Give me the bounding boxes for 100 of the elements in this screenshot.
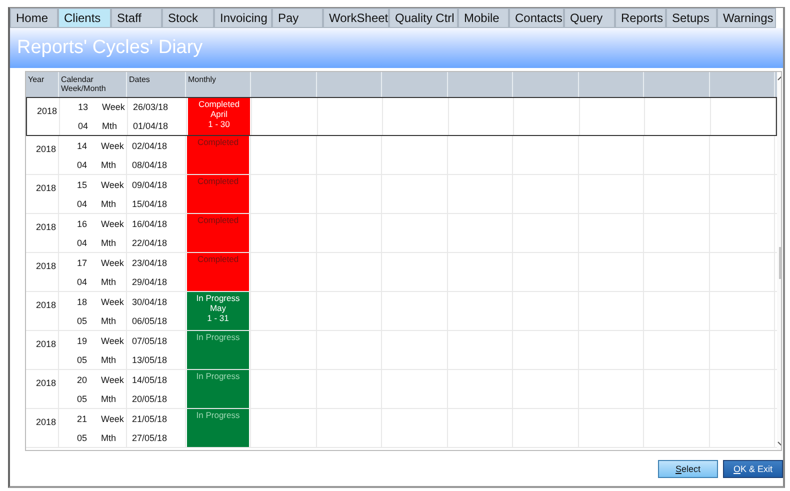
tab[interactable]: Clients (58, 8, 111, 28)
dialog-button[interactable]: Select (658, 460, 718, 478)
week-label: Week (101, 374, 124, 384)
year-cell: 2018 (36, 417, 56, 427)
start-date: 07/05/18 (132, 336, 168, 346)
week-number: 17 (77, 258, 87, 268)
start-date: 26/03/18 (133, 102, 170, 112)
week-label: Week (102, 102, 125, 112)
year-cell: 2018 (36, 378, 56, 388)
diary-row[interactable]: 2018 16 Week 04 Mth 16/04/18 22/04/18 Completed (26, 214, 777, 253)
column-header: Calendar Week/Month (59, 72, 127, 97)
tab[interactable]: Contacts (509, 8, 564, 28)
end-date: 06/05/18 (132, 316, 168, 326)
month-number: 04 (77, 238, 87, 248)
month-label: Mth (101, 160, 116, 170)
start-date: 02/04/18 (132, 140, 168, 150)
tab[interactable]: Invoicing (214, 8, 272, 28)
end-date: 13/05/18 (132, 354, 168, 364)
tab[interactable]: Pay (272, 8, 323, 28)
end-date: 01/04/18 (133, 120, 170, 131)
year-cell: 2018 (36, 222, 56, 232)
diary-row[interactable]: 2018 17 Week 04 Mth 23/04/18 29/04/18 Completed (26, 253, 777, 292)
tab[interactable]: WorkSheet (323, 8, 389, 28)
monthly-status: In Progress (187, 370, 249, 408)
week-number: 19 (77, 336, 87, 346)
month-number: 04 (78, 120, 88, 131)
week-label: Week (101, 336, 124, 346)
week-label: Week (101, 414, 124, 424)
start-date: 23/04/18 (132, 258, 168, 268)
week-number: 15 (77, 180, 87, 190)
week-number: 18 (77, 296, 87, 306)
monthly-status: In Progress (187, 409, 249, 447)
start-date: 21/05/18 (132, 414, 168, 424)
year-cell: 2018 (36, 144, 56, 154)
diary-row[interactable]: 2018 18 Week 05 Mth 30/04/18 06/05/18 In Progress May 1 - 31 (26, 292, 777, 331)
week-number: 14 (77, 140, 87, 150)
start-date: 16/04/18 (132, 218, 168, 228)
month-label: Mth (101, 394, 116, 404)
end-date: 22/04/18 (132, 238, 168, 248)
tab[interactable]: Reports (615, 8, 666, 28)
start-date: 14/05/18 (132, 374, 168, 384)
end-date: 08/04/18 (132, 160, 168, 170)
tab[interactable]: Setups (666, 8, 717, 28)
tab[interactable]: Mobile (458, 8, 509, 28)
month-label: Mth (101, 316, 116, 326)
tab[interactable]: Staff (111, 8, 162, 28)
week-label: Week (101, 140, 124, 150)
year-cell: 2018 (36, 300, 56, 310)
week-number: 16 (77, 218, 87, 228)
column-header: Monthly (186, 72, 251, 97)
column-header: Dates (127, 72, 186, 97)
tab[interactable]: Stock (162, 8, 214, 28)
week-number: 20 (77, 374, 87, 384)
month-label: Mth (101, 238, 116, 248)
end-date: 20/05/18 (132, 394, 168, 404)
monthly-status: Completed April 1 - 30 (188, 98, 250, 135)
diary-row[interactable]: 2018 19 Week 05 Mth 07/05/18 13/05/18 In Progress (26, 331, 777, 370)
dialog-button[interactable]: OK & Exit (723, 460, 783, 478)
week-label: Week (101, 258, 124, 268)
year-cell: 2018 (36, 106, 57, 116)
diary-row[interactable]: 2018 21 Week 05 Mth 21/05/18 27/05/18 In Progress (26, 409, 777, 448)
diary-row[interactable]: 2018 13 Week 04 Mth 26/03/18 01/04/18 Completed April 1 - 30 (26, 97, 777, 136)
diary-row[interactable]: 2018 14 Week 04 Mth 02/04/18 08/04/18 Completed (26, 136, 777, 175)
month-number: 05 (77, 354, 87, 364)
tab[interactable]: Quality Ctrl (389, 8, 458, 28)
diary-row[interactable]: 2018 20 Week 05 Mth 14/05/18 20/05/18 In Progress (26, 370, 777, 409)
monthly-status: Completed (187, 253, 249, 291)
monthly-status: Completed (187, 214, 249, 252)
monthly-status: In Progress (187, 331, 249, 369)
month-number: 05 (77, 394, 87, 404)
monthly-status: Completed (187, 175, 249, 213)
month-number: 04 (77, 160, 87, 170)
month-label: Mth (102, 120, 118, 131)
tab[interactable]: Query (564, 8, 615, 28)
year-cell: 2018 (36, 339, 56, 349)
month-label: Mth (101, 198, 116, 208)
month-label: Mth (101, 432, 116, 442)
month-label: Mth (101, 276, 116, 286)
month-number: 05 (77, 432, 87, 442)
diary-row[interactable]: 2018 15 Week 04 Mth 09/04/18 15/04/18 Completed (26, 175, 777, 214)
end-date: 29/04/18 (132, 276, 168, 286)
month-number: 04 (77, 198, 87, 208)
end-date: 27/05/18 (132, 432, 168, 442)
end-date: 15/04/18 (132, 198, 168, 208)
page-title: Reports' Cycles' Diary (17, 37, 203, 59)
year-cell: 2018 (36, 183, 56, 193)
month-number: 05 (77, 316, 87, 326)
month-label: Mth (101, 354, 116, 364)
start-date: 30/04/18 (132, 296, 168, 306)
week-label: Week (101, 296, 124, 306)
week-number: 13 (78, 102, 88, 112)
week-number: 21 (77, 414, 87, 424)
week-label: Week (101, 218, 124, 228)
column-header: Year (26, 72, 59, 97)
week-label: Week (101, 180, 124, 190)
monthly-status: Completed (187, 136, 249, 174)
tab[interactable]: Warnings (717, 8, 776, 28)
tab[interactable]: Home (10, 8, 58, 28)
month-number: 04 (77, 276, 87, 286)
start-date: 09/04/18 (132, 180, 168, 190)
